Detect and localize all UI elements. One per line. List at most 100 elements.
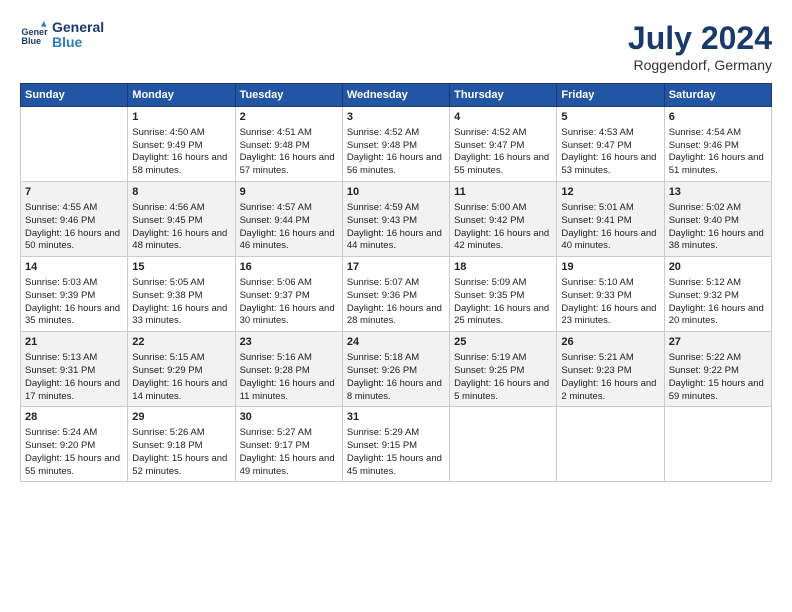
- cell-info: Sunrise: 5:03 AMSunset: 9:39 PMDaylight:…: [25, 277, 120, 326]
- date-number: 10: [347, 185, 445, 200]
- calendar-cell: 14 Sunrise: 5:03 AMSunset: 9:39 PMDayligh…: [21, 257, 128, 332]
- date-number: 23: [240, 335, 338, 350]
- calendar-cell: 24 Sunrise: 5:18 AMSunset: 9:26 PMDayligh…: [342, 332, 449, 407]
- day-header-tuesday: Tuesday: [235, 84, 342, 107]
- day-header-wednesday: Wednesday: [342, 84, 449, 107]
- cell-info: Sunrise: 5:21 AMSunset: 9:23 PMDaylight:…: [561, 352, 656, 401]
- calendar-cell: 6 Sunrise: 4:54 AMSunset: 9:46 PMDaylight…: [664, 107, 771, 182]
- calendar-week-4: 21 Sunrise: 5:13 AMSunset: 9:31 PMDayligh…: [21, 332, 772, 407]
- calendar-week-3: 14 Sunrise: 5:03 AMSunset: 9:39 PMDayligh…: [21, 257, 772, 332]
- date-number: 14: [25, 260, 123, 275]
- date-number: 24: [347, 335, 445, 350]
- date-number: 11: [454, 185, 552, 200]
- calendar-cell: 13Sunrise: 5:02 AMSunset: 9:40 PMDayligh…: [664, 182, 771, 257]
- calendar-cell: 27Sunrise: 5:22 AMSunset: 9:22 PMDayligh…: [664, 332, 771, 407]
- calendar-cell: 12Sunrise: 5:01 AMSunset: 9:41 PMDayligh…: [557, 182, 664, 257]
- cell-info: Sunrise: 5:16 AMSunset: 9:28 PMDaylight:…: [240, 352, 335, 401]
- cell-info: Sunrise: 4:52 AMSunset: 9:48 PMDaylight:…: [347, 127, 442, 176]
- cell-info: Sunrise: 4:56 AMSunset: 9:45 PMDaylight:…: [132, 202, 227, 251]
- day-header-friday: Friday: [557, 84, 664, 107]
- calendar-cell: 30Sunrise: 5:27 AMSunset: 9:17 PMDayligh…: [235, 407, 342, 482]
- day-header-thursday: Thursday: [450, 84, 557, 107]
- logo: General Blue General Blue: [20, 20, 104, 51]
- calendar-cell: 21 Sunrise: 5:13 AMSunset: 9:31 PMDayligh…: [21, 332, 128, 407]
- calendar-cell: 5 Sunrise: 4:53 AMSunset: 9:47 PMDaylight…: [557, 107, 664, 182]
- date-number: 17: [347, 260, 445, 275]
- calendar-week-5: 28 Sunrise: 5:24 AMSunset: 9:20 PMDayligh…: [21, 407, 772, 482]
- cell-info: Sunrise: 4:50 AMSunset: 9:49 PMDaylight:…: [132, 127, 227, 176]
- calendar-week-2: 7Sunrise: 4:55 AMSunset: 9:46 PMDaylight…: [21, 182, 772, 257]
- calendar-cell: 9 Sunrise: 4:57 AMSunset: 9:44 PMDaylight…: [235, 182, 342, 257]
- date-number: 12: [561, 185, 659, 200]
- cell-info: Sunrise: 5:18 AMSunset: 9:26 PMDaylight:…: [347, 352, 442, 401]
- date-number: 22: [132, 335, 230, 350]
- calendar-title: July 2024: [628, 20, 772, 57]
- calendar-cell: 20Sunrise: 5:12 AMSunset: 9:32 PMDayligh…: [664, 257, 771, 332]
- calendar-subtitle: Roggendorf, Germany: [628, 57, 772, 73]
- svg-text:Blue: Blue: [21, 36, 41, 46]
- date-number: 26: [561, 335, 659, 350]
- cell-info: Sunrise: 5:15 AMSunset: 9:29 PMDaylight:…: [132, 352, 227, 401]
- calendar-cell: 3Sunrise: 4:52 AMSunset: 9:48 PMDaylight…: [342, 107, 449, 182]
- calendar-cell: 23 Sunrise: 5:16 AMSunset: 9:28 PMDayligh…: [235, 332, 342, 407]
- page-header: General Blue General Blue July 2024 Rogg…: [20, 20, 772, 73]
- date-number: 19: [561, 260, 659, 275]
- calendar-cell: 29Sunrise: 5:26 AMSunset: 9:18 PMDayligh…: [128, 407, 235, 482]
- calendar-cell: [450, 407, 557, 482]
- day-header-sunday: Sunday: [21, 84, 128, 107]
- date-number: 20: [669, 260, 767, 275]
- cell-info: Sunrise: 5:24 AMSunset: 9:20 PMDaylight:…: [25, 427, 120, 476]
- calendar-cell: 31 Sunrise: 5:29 AMSunset: 9:15 PMDayligh…: [342, 407, 449, 482]
- logo-line2: Blue: [52, 35, 104, 50]
- date-number: 13: [669, 185, 767, 200]
- date-number: 18: [454, 260, 552, 275]
- date-number: 5: [561, 110, 659, 125]
- date-number: 15: [132, 260, 230, 275]
- calendar-cell: 1 Sunrise: 4:50 AMSunset: 9:49 PMDaylight…: [128, 107, 235, 182]
- date-number: 28: [25, 410, 123, 425]
- calendar-cell: 26 Sunrise: 5:21 AMSunset: 9:23 PMDayligh…: [557, 332, 664, 407]
- calendar-cell: 22 Sunrise: 5:15 AMSunset: 9:29 PMDayligh…: [128, 332, 235, 407]
- date-number: 8: [132, 185, 230, 200]
- day-header-saturday: Saturday: [664, 84, 771, 107]
- cell-info: Sunrise: 5:07 AMSunset: 9:36 PMDaylight:…: [347, 277, 442, 326]
- cell-info: Sunrise: 5:19 AMSunset: 9:25 PMDaylight:…: [454, 352, 549, 401]
- date-number: 29: [132, 410, 230, 425]
- date-number: 31: [347, 410, 445, 425]
- cell-info: Sunrise: 4:54 AMSunset: 9:46 PMDaylight:…: [669, 127, 764, 176]
- calendar-cell: 19 Sunrise: 5:10 AMSunset: 9:33 PMDayligh…: [557, 257, 664, 332]
- date-number: 2: [240, 110, 338, 125]
- calendar-cell: 11Sunrise: 5:00 AMSunset: 9:42 PMDayligh…: [450, 182, 557, 257]
- calendar-cell: 28 Sunrise: 5:24 AMSunset: 9:20 PMDayligh…: [21, 407, 128, 482]
- cell-info: Sunrise: 4:53 AMSunset: 9:47 PMDaylight:…: [561, 127, 656, 176]
- date-number: 25: [454, 335, 552, 350]
- date-number: 21: [25, 335, 123, 350]
- date-number: 16: [240, 260, 338, 275]
- calendar-week-1: 1 Sunrise: 4:50 AMSunset: 9:49 PMDaylight…: [21, 107, 772, 182]
- logo-icon: General Blue: [20, 21, 48, 49]
- cell-info: Sunrise: 5:13 AMSunset: 9:31 PMDaylight:…: [25, 352, 120, 401]
- calendar-cell: 15Sunrise: 5:05 AMSunset: 9:38 PMDayligh…: [128, 257, 235, 332]
- date-number: 27: [669, 335, 767, 350]
- calendar-cell: 10 Sunrise: 4:59 AMSunset: 9:43 PMDayligh…: [342, 182, 449, 257]
- date-number: 9: [240, 185, 338, 200]
- cell-info: Sunrise: 4:51 AMSunset: 9:48 PMDaylight:…: [240, 127, 335, 176]
- cell-info: Sunrise: 4:59 AMSunset: 9:43 PMDaylight:…: [347, 202, 442, 251]
- date-number: 7: [25, 185, 123, 200]
- day-header-row: SundayMondayTuesdayWednesdayThursdayFrid…: [21, 84, 772, 107]
- cell-info: Sunrise: 4:52 AMSunset: 9:47 PMDaylight:…: [454, 127, 549, 176]
- calendar-cell: 16 Sunrise: 5:06 AMSunset: 9:37 PMDayligh…: [235, 257, 342, 332]
- day-header-monday: Monday: [128, 84, 235, 107]
- calendar-cell: [557, 407, 664, 482]
- calendar-cell: 4Sunrise: 4:52 AMSunset: 9:47 PMDaylight…: [450, 107, 557, 182]
- date-number: 1: [132, 110, 230, 125]
- date-number: 30: [240, 410, 338, 425]
- cell-info: Sunrise: 5:10 AMSunset: 9:33 PMDaylight:…: [561, 277, 656, 326]
- date-number: 6: [669, 110, 767, 125]
- cell-info: Sunrise: 5:09 AMSunset: 9:35 PMDaylight:…: [454, 277, 549, 326]
- cell-info: Sunrise: 5:29 AMSunset: 9:15 PMDaylight:…: [347, 427, 442, 476]
- calendar-cell: 8 Sunrise: 4:56 AMSunset: 9:45 PMDaylight…: [128, 182, 235, 257]
- cell-info: Sunrise: 5:06 AMSunset: 9:37 PMDaylight:…: [240, 277, 335, 326]
- logo-line1: General: [52, 20, 104, 35]
- cell-info: Sunrise: 4:57 AMSunset: 9:44 PMDaylight:…: [240, 202, 335, 251]
